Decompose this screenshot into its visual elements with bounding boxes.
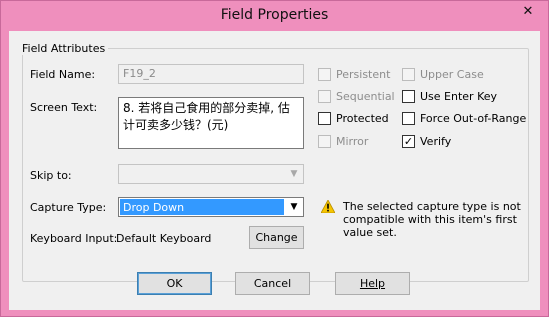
use-enter-key-box (402, 90, 415, 103)
upper-case-box (402, 68, 415, 81)
persistent-label: Persistent (336, 68, 391, 81)
verify-box: ✓ (402, 135, 415, 148)
keyboard-input-label: Keyboard Input: (30, 232, 118, 245)
skip-to-dropdown[interactable]: ▼ (118, 164, 304, 184)
protected-label: Protected (336, 112, 389, 125)
capture-type-label: Capture Type: (30, 201, 107, 214)
field-attributes-label: Field Attributes (19, 42, 109, 55)
ok-button[interactable]: OK (137, 272, 212, 295)
mirror-box (318, 135, 331, 148)
warning-text: The selected capture type is not compati… (343, 200, 521, 239)
help-label: Help (359, 277, 386, 290)
capture-type-value: Drop Down (120, 199, 284, 215)
dialog-body: Field Attributes Field Name: F19_2 Scree… (9, 31, 540, 310)
skip-to-label: Skip to: (30, 169, 72, 182)
help-button[interactable]: Help (335, 272, 410, 295)
upper-case-label: Upper Case (420, 68, 484, 81)
force-out-of-range-box (402, 112, 415, 125)
mirror-label: Mirror (336, 135, 369, 148)
field-name-input[interactable]: F19_2 (118, 64, 304, 84)
sequential-box (318, 90, 331, 103)
protected-box (318, 112, 331, 125)
skip-to-value (120, 166, 284, 182)
cancel-button[interactable]: Cancel (235, 272, 310, 295)
persistent-box (318, 68, 331, 81)
chevron-down-icon: ▼ (290, 202, 298, 212)
field-name-label: Field Name: (30, 68, 96, 81)
screen-text-area[interactable]: 8. 若将自己食用的部分卖掉, 估计可卖多少钱？(元) (118, 97, 304, 149)
screen-text-label: Screen Text: (30, 101, 98, 114)
sequential-label: Sequential (336, 90, 395, 103)
field-properties-window: Field Properties ✕ Field Attributes Fiel… (0, 0, 549, 317)
close-icon[interactable]: ✕ (515, 2, 541, 22)
title-bar[interactable]: Field Properties ✕ (1, 1, 548, 31)
change-button[interactable]: Change (249, 226, 304, 249)
window-title: Field Properties (220, 7, 329, 23)
force-out-of-range-label: Force Out-of-Range (420, 112, 527, 125)
chevron-down-icon: ▼ (290, 169, 298, 179)
use-enter-key-label: Use Enter Key (420, 90, 498, 103)
capture-type-dropdown[interactable]: Drop Down ▼ (118, 197, 304, 217)
keyboard-input-value: Default Keyboard (116, 232, 212, 245)
warning-icon (321, 200, 335, 213)
verify-label: Verify (420, 135, 452, 148)
